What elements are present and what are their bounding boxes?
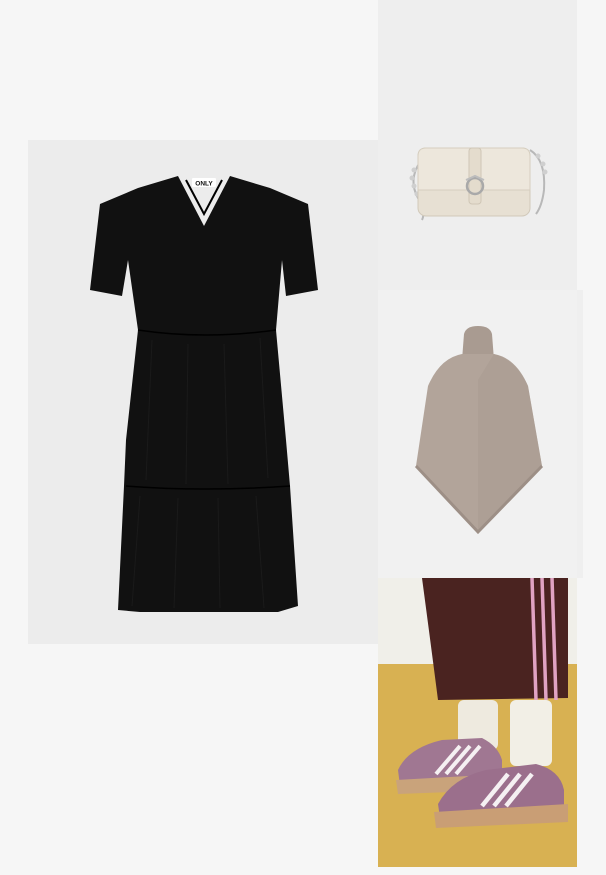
tile-edge <box>577 290 583 578</box>
product-tile-shoes[interactable] <box>378 578 577 867</box>
poncho-image <box>414 326 544 535</box>
bag-image <box>409 147 548 221</box>
dress-image: ONLY <box>90 176 318 612</box>
product-tile-bag[interactable] <box>378 0 577 290</box>
product-tile-poncho[interactable] <box>378 290 577 578</box>
shoes-image <box>378 578 577 867</box>
product-tile-dress[interactable]: ONLY <box>28 140 378 644</box>
dress-brand-label: ONLY <box>195 181 213 188</box>
